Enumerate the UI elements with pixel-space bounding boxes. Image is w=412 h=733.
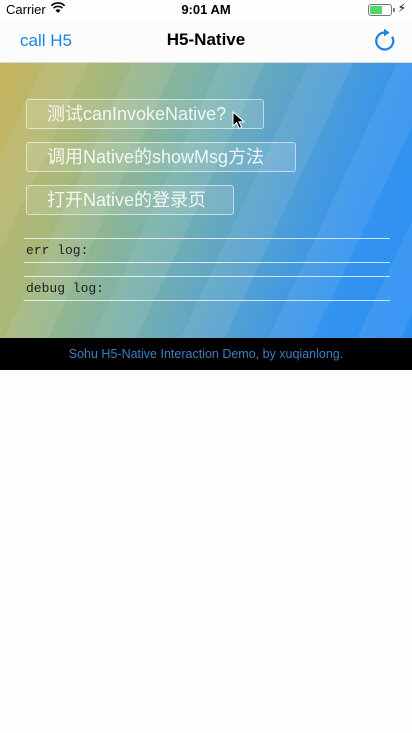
debug-log-bottom-divider	[24, 300, 390, 301]
debug-log-top-divider	[24, 276, 390, 277]
err-log-bottom-divider	[24, 262, 390, 263]
open-login-button[interactable]: 打开Native的登录页	[26, 185, 234, 215]
navigation-bar: call H5 H5-Native	[0, 20, 412, 63]
status-time: 9:01 AM	[181, 2, 231, 17]
battery-level	[370, 6, 382, 14]
footer-banner: Sohu H5-Native Interaction Demo, by xuqi…	[0, 338, 412, 370]
charging-icon: ⚡	[397, 1, 406, 15]
battery-icon	[368, 4, 395, 16]
show-msg-button[interactable]: 调用Native的showMsg方法	[26, 142, 296, 172]
refresh-icon[interactable]	[372, 28, 398, 54]
debug-log-label: debug log:	[26, 281, 105, 296]
err-log-top-divider	[24, 238, 390, 239]
can-invoke-native-button[interactable]: 测试canInvokeNative?	[26, 99, 264, 129]
status-bar: Carrier 9:01 AM ⚡	[0, 0, 412, 20]
mouse-pointer-icon	[232, 110, 248, 131]
call-h5-button[interactable]: call H5	[20, 31, 72, 51]
h5-webview: 测试canInvokeNative? 调用Native的showMsg方法 打开…	[0, 63, 412, 338]
err-log-label: err log:	[26, 243, 89, 258]
